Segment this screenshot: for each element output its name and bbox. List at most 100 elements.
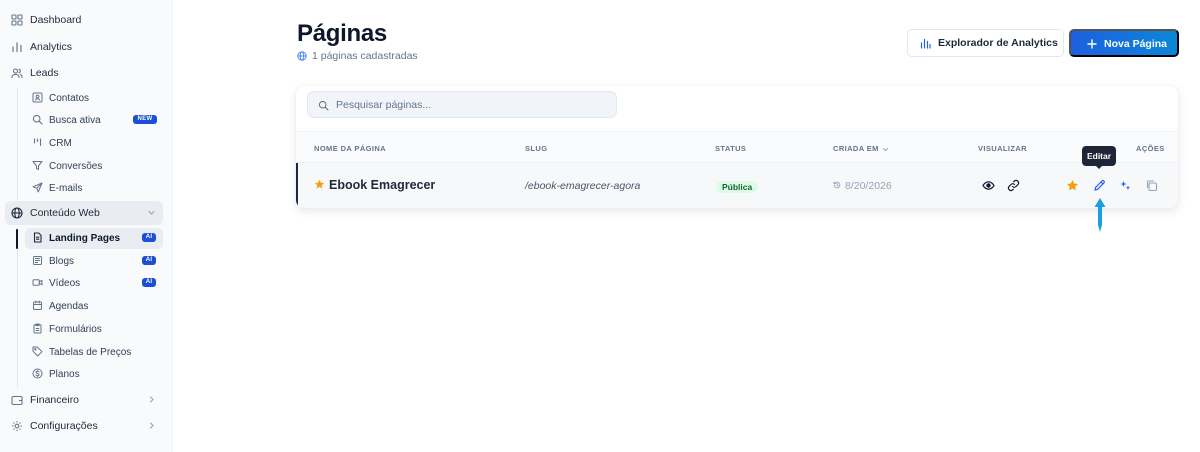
new-badge: NEW [133, 115, 157, 124]
tooltip-arrow [1095, 165, 1103, 169]
sidebar-item-crm[interactable]: CRM [25, 133, 163, 153]
active-indicator [16, 229, 18, 249]
analytics-explorer-button[interactable]: Explorador de Analytics [907, 29, 1064, 57]
ai-badge: AI [142, 256, 156, 265]
tag-icon [32, 346, 43, 357]
sidebar-item-conteudo-web[interactable]: Conteúdo Web [5, 201, 163, 225]
sidebar-item-videos[interactable]: Vídeos AI [25, 273, 163, 293]
chevron-down-icon [148, 210, 155, 215]
star-icon [314, 179, 325, 189]
column-header-created-label: CRIADA EM [833, 144, 879, 153]
ai-badge: AI [142, 233, 156, 242]
analytics-explorer-label: Explorador de Analytics [938, 37, 1058, 49]
sidebar-item-label: Formulários [49, 324, 102, 335]
video-icon [32, 279, 43, 286]
sidebar-item-planos[interactable]: Planos [25, 364, 163, 384]
sidebar-item-label: Analytics [30, 41, 73, 53]
table-row[interactable]: Ebook Emagrecer /ebook-emagrecer-agora P… [296, 163, 1178, 208]
contact-card-icon [32, 92, 43, 103]
column-header-status[interactable]: STATUS [715, 144, 746, 153]
sidebar-item-label: CRM [49, 138, 72, 149]
sidebar-item-dashboard[interactable]: Dashboard [0, 9, 173, 31]
eye-icon[interactable] [982, 179, 995, 192]
filter-funnel-icon [32, 161, 43, 170]
sidebar-item-label: Conteúdo Web [30, 207, 100, 219]
plus-icon [1087, 39, 1097, 49]
page-slug: /ebook-emagrecer-agora [525, 180, 641, 192]
sidebar-item-label: Financeiro [30, 394, 80, 406]
pointer-arrow-icon [1094, 198, 1106, 232]
submenu-guide-content [17, 228, 18, 388]
sidebar-item-leads[interactable]: Leads [0, 62, 173, 84]
sidebar-item-label: Conversões [49, 161, 103, 172]
search-input[interactable] [336, 92, 606, 117]
search-icon [32, 114, 43, 125]
sidebar: Dashboard Analytics Leads Contatos Busca… [0, 0, 173, 452]
bar-chart-icon [12, 42, 22, 53]
page-name: Ebook Emagrecer [329, 178, 436, 192]
sidebar-item-blogs[interactable]: Blogs AI [25, 251, 163, 271]
kanban-icon [33, 138, 42, 147]
chevron-right-icon [149, 422, 154, 429]
favorite-star-icon[interactable] [1066, 179, 1079, 192]
sidebar-item-landing-pages[interactable]: Landing Pages AI [25, 228, 163, 249]
column-header-slug[interactable]: SLUG [525, 144, 547, 153]
page-title: Páginas [297, 20, 387, 47]
link-icon[interactable] [1007, 179, 1020, 192]
users-icon [11, 68, 23, 79]
column-header-name[interactable]: NOME DA PÁGINA [314, 144, 386, 153]
duplicate-icon[interactable] [1145, 179, 1158, 192]
newspaper-icon [33, 256, 42, 265]
sidebar-item-label: Dashboard [30, 14, 82, 26]
globe-icon [11, 207, 23, 219]
column-header-created[interactable]: CRIADA EM [833, 144, 889, 153]
sidebar-item-analytics[interactable]: Analytics [0, 36, 173, 58]
sidebar-item-label: Blogs [49, 256, 75, 267]
sidebar-item-label: E-mails [49, 183, 83, 194]
sidebar-item-label: Configurações [30, 420, 98, 432]
page-count-label: 1 páginas cadastradas [312, 50, 418, 62]
column-header-view: VISUALIZAR [978, 144, 1027, 153]
sidebar-item-label: Landing Pages [49, 233, 121, 244]
submenu-guide-leads [17, 88, 18, 200]
chevron-right-icon [149, 396, 154, 403]
edit-tooltip: Editar [1082, 146, 1116, 166]
sidebar-item-agendas[interactable]: Agendas [25, 296, 163, 316]
sidebar-item-label: Busca ativa [49, 115, 101, 126]
page-name-cell[interactable]: Ebook Emagrecer [314, 178, 435, 192]
globe-icon [297, 51, 307, 61]
bar-chart-icon [920, 38, 931, 49]
new-page-button[interactable]: Nova Página [1069, 29, 1179, 57]
edit-pencil-icon[interactable] [1093, 179, 1106, 192]
sidebar-item-financeiro[interactable]: Financeiro [0, 389, 173, 411]
calendar-icon [33, 300, 42, 310]
sidebar-item-emails[interactable]: E-mails [25, 178, 163, 198]
sidebar-item-conversoes[interactable]: Conversões [25, 156, 163, 176]
created-date: 8/20/2026 [845, 180, 892, 192]
dollar-circle-icon [32, 368, 43, 379]
sidebar-item-label: Agendas [49, 301, 89, 312]
status-badge: Pública [716, 181, 759, 193]
sidebar-item-tabelas-de-precos[interactable]: Tabelas de Preços [25, 342, 163, 362]
ai-sparkles-icon[interactable] [1119, 179, 1132, 192]
wallet-icon [11, 395, 23, 406]
row-selection-bar [296, 163, 298, 208]
app-root: Dashboard Analytics Leads Contatos Busca… [0, 0, 1200, 452]
sidebar-item-busca-ativa[interactable]: Busca ativa NEW [25, 110, 163, 130]
ai-badge: AI [142, 278, 156, 287]
search-icon [318, 100, 329, 111]
sidebar-item-label: Vídeos [49, 278, 81, 289]
table-header: NOME DA PÁGINA SLUG STATUS CRIADA EM VIS… [296, 131, 1178, 163]
search-box [307, 91, 617, 118]
chevron-down-icon [882, 147, 888, 151]
sidebar-item-contatos[interactable]: Contatos [25, 88, 163, 108]
sidebar-item-label: Contatos [49, 93, 90, 104]
sidebar-item-label: Tabelas de Preços [49, 347, 132, 358]
sidebar-item-formularios[interactable]: Formulários [25, 319, 163, 339]
created-date-cell: 8/20/2026 [833, 180, 892, 192]
pages-table-card: NOME DA PÁGINA SLUG STATUS CRIADA EM VIS… [296, 86, 1178, 208]
sidebar-item-label: Planos [49, 369, 80, 380]
clipboard-icon [33, 323, 42, 334]
new-page-label: Nova Página [1104, 38, 1168, 50]
sidebar-item-configuracoes[interactable]: Configurações [0, 415, 173, 437]
